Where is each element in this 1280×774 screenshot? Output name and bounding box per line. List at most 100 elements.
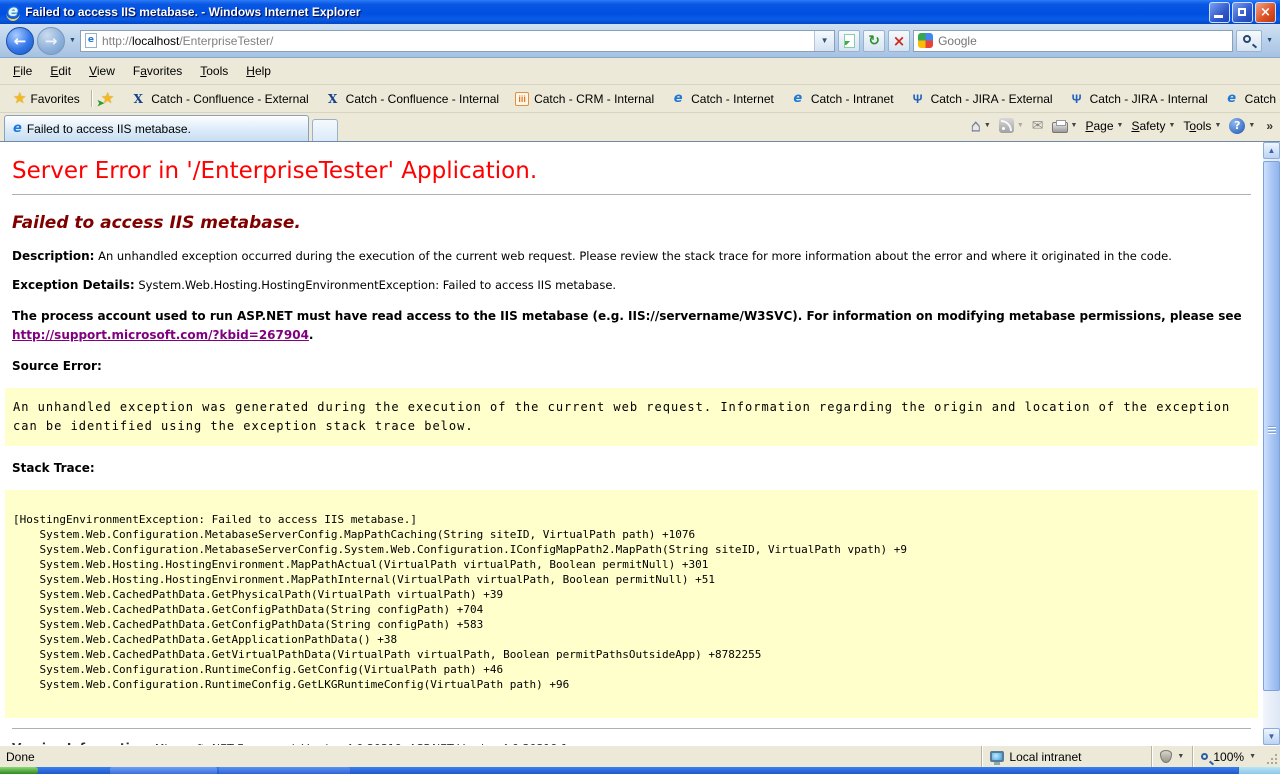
resize-grip[interactable] (1264, 746, 1280, 767)
add-favorite-arrow-icon: ➤ (97, 98, 105, 109)
favorites-button-label: Favorites (30, 92, 79, 106)
ie-logo-icon: e (6, 4, 20, 21)
status-bar: Done Local intranet ▼ 100% ▼ (0, 745, 1280, 767)
compatibility-page-icon (844, 34, 855, 48)
tab-active[interactable]: e Failed to access IIS metabase. (4, 115, 309, 141)
restore-button[interactable] (1232, 2, 1253, 23)
scrollbar-grip-icon (1268, 426, 1276, 427)
close-icon: × (1256, 3, 1275, 22)
new-tab-button[interactable] (312, 119, 338, 141)
jira-icon: Ψ (1069, 92, 1085, 106)
tools-menu-button[interactable]: Tools▼ (1183, 119, 1221, 133)
help-icon: ? (1229, 118, 1245, 134)
zoom-magnifier-icon (1201, 753, 1208, 760)
search-box[interactable] (913, 30, 1233, 52)
title-bar: e Failed to access IIS metabase. - Windo… (0, 0, 1280, 24)
menu-favorites[interactable]: Favorites (124, 60, 191, 82)
scroll-down-button[interactable]: ▼ (1263, 728, 1280, 745)
taskbar-button-edge[interactable] (110, 767, 217, 774)
menu-bar: File Edit View Favorites Tools Help (0, 58, 1280, 85)
minimize-icon (1214, 15, 1223, 18)
menu-help[interactable]: Help (237, 60, 280, 82)
google-icon (918, 33, 933, 48)
crm-icon: iii (515, 92, 529, 106)
window-title: Failed to access IIS metabase. - Windows… (25, 5, 1209, 19)
scroll-up-button[interactable]: ▲ (1263, 142, 1280, 159)
scrollbar-thumb[interactable] (1263, 161, 1280, 691)
start-button-edge[interactable] (0, 767, 38, 774)
minimize-button[interactable] (1209, 2, 1230, 23)
menu-tools[interactable]: Tools (191, 60, 237, 82)
ie-icon: e (790, 91, 806, 106)
security-zone-segment: Local intranet (981, 746, 1151, 767)
error-page: Server Error in '/EnterpriseTester' Appl… (0, 142, 1263, 745)
favorites-star-icon: ★ (13, 92, 26, 106)
zoom-control[interactable]: 100% ▼ (1192, 746, 1264, 767)
address-input[interactable]: e http://localhost/EnterpriseTester/ ▼ (80, 30, 835, 52)
refresh-button[interactable]: ↻ (863, 30, 885, 52)
read-mail-button[interactable]: ✉ (1032, 117, 1044, 134)
refresh-icon: ↻ (868, 31, 880, 51)
taskbar-button-edge[interactable] (219, 767, 350, 774)
divider (12, 728, 1251, 729)
protected-mode-segment[interactable]: ▼ (1151, 746, 1192, 767)
favorite-link-jira-external[interactable]: ΨCatch - JIRA - External (902, 89, 1061, 109)
address-band: ← → ▼ e http://localhost/EnterpriseTeste… (0, 24, 1280, 58)
favorite-link-confluence-internal[interactable]: XCatch - Confluence - Internal (317, 89, 507, 109)
favorite-link-outlook[interactable]: eCatch - Microsoft Outlook W... (1216, 88, 1280, 109)
close-button[interactable]: × (1255, 2, 1276, 23)
favorite-link-jira-internal[interactable]: ΨCatch - JIRA - Internal (1061, 89, 1216, 109)
ie-icon: e (670, 91, 686, 106)
favorite-link-intranet[interactable]: eCatch - Intranet (782, 88, 902, 109)
protected-mode-icon (1160, 750, 1172, 763)
stop-icon: × (893, 32, 906, 50)
confluence-icon: X (325, 92, 341, 106)
taskbar-sliver (0, 767, 1280, 774)
home-button[interactable]: ⌂▼ (971, 119, 991, 133)
zoom-level: 100% (1213, 750, 1244, 764)
search-icon (1243, 35, 1251, 43)
address-dropdown-icon[interactable]: ▼ (814, 31, 834, 51)
mail-icon: ✉ (1032, 117, 1044, 134)
version-label: Version Information: (12, 741, 151, 745)
confluence-icon: X (130, 92, 146, 106)
search-button[interactable] (1236, 30, 1262, 52)
print-button[interactable]: ▼ (1052, 119, 1078, 133)
help-button[interactable]: ?▼ (1229, 118, 1255, 134)
divider (12, 194, 1251, 195)
favorite-link-confluence-external[interactable]: XCatch - Confluence - External (122, 89, 316, 109)
url-path: /EnterpriseTester/ (179, 34, 273, 48)
history-dropdown-icon[interactable]: ▼ (68, 37, 77, 44)
description-paragraph: Description: An unhandled exception occu… (12, 249, 1251, 263)
compatibility-view-button[interactable] (838, 30, 860, 52)
forward-button[interactable]: → (37, 27, 65, 55)
search-options-dropdown-icon[interactable]: ▼ (1265, 37, 1274, 44)
support-kb-link[interactable]: http://support.microsoft.com/?kbid=26790… (12, 328, 309, 342)
stack-trace-box: [HostingEnvironmentException: Failed to … (5, 490, 1258, 718)
favorites-button[interactable]: ★ Favorites (6, 89, 87, 109)
intranet-zone-icon (990, 751, 1004, 762)
safety-menu-button[interactable]: Safety▼ (1131, 119, 1175, 133)
add-to-favorites-bar-button[interactable]: ★ ➤ (97, 87, 122, 111)
menu-view[interactable]: View (80, 60, 124, 82)
menu-file[interactable]: File (4, 60, 41, 82)
system-tray-edge (1238, 767, 1280, 774)
vertical-scrollbar[interactable]: ▲ ▼ (1263, 142, 1280, 745)
menu-edit[interactable]: Edit (41, 60, 80, 82)
rss-feed-icon (999, 118, 1014, 133)
favorite-link-crm-internal[interactable]: iiiCatch - CRM - Internal (507, 89, 662, 109)
browser-window: e Failed to access IIS metabase. - Windo… (0, 0, 1280, 774)
command-overflow-chevron-icon[interactable]: » (1263, 119, 1276, 133)
favorite-link-internet[interactable]: eCatch - Internet (662, 88, 782, 109)
favorites-bar: ★ Favorites ★ ➤ XCatch - Confluence - Ex… (0, 85, 1280, 113)
page-menu-button[interactable]: Page▼ (1085, 119, 1123, 133)
feeds-button[interactable]: ▼ (999, 118, 1024, 133)
url-text: http://localhost/EnterpriseTester/ (102, 34, 814, 48)
back-button[interactable]: ← (6, 27, 34, 55)
separator (91, 90, 93, 107)
stop-button[interactable]: × (888, 30, 910, 52)
version-paragraph: Version Information: Microsoft .NET Fram… (12, 741, 1251, 745)
search-input[interactable] (938, 34, 1228, 48)
page-viewport: Server Error in '/EnterpriseTester' Appl… (0, 141, 1280, 745)
url-host: localhost (132, 34, 179, 48)
